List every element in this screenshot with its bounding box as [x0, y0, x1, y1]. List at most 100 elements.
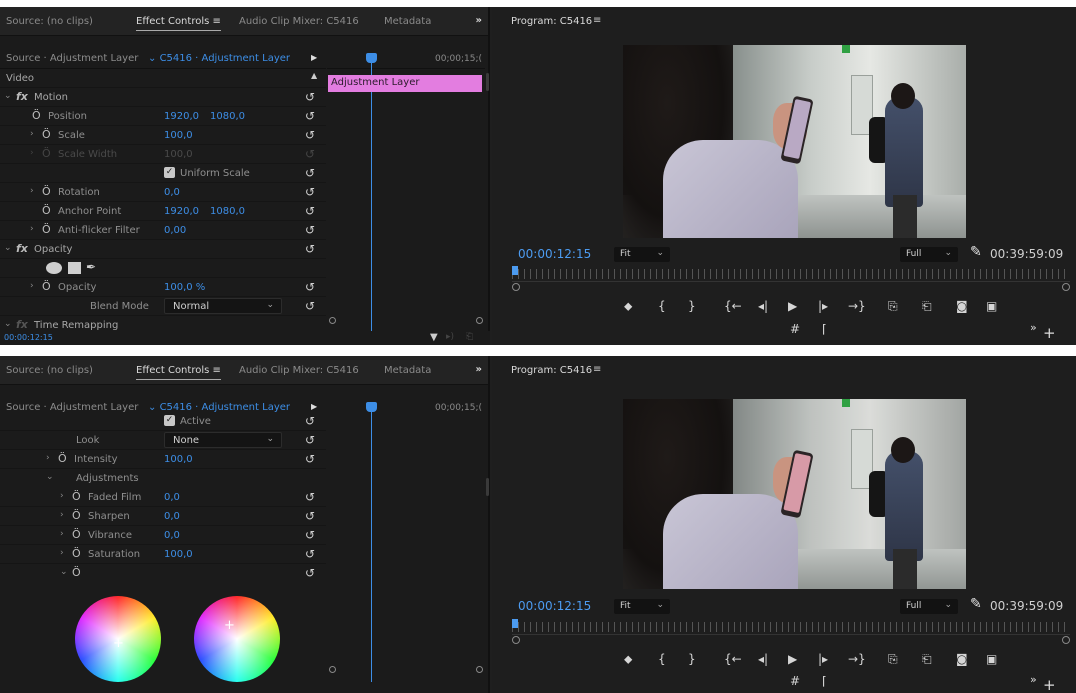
trim-icon[interactable]: #: [790, 674, 800, 688]
zoom-handle-left[interactable]: [329, 666, 336, 673]
export-frame-icon[interactable]: ◙: [956, 299, 968, 313]
button-editor-icon[interactable]: +: [1043, 676, 1056, 693]
step-forward-icon[interactable]: |▸: [818, 299, 828, 313]
step-back-icon[interactable]: ◂|: [758, 652, 768, 666]
tab-metadata[interactable]: Metadata: [384, 365, 431, 376]
twirl-right-icon[interactable]: ›: [30, 281, 34, 291]
wheel-crosshair-icon[interactable]: +: [224, 618, 235, 633]
go-to-out-icon[interactable]: →}: [848, 299, 866, 313]
zoom-handle-right[interactable]: [476, 666, 483, 673]
reset-icon[interactable]: ↺: [305, 204, 315, 218]
twirl-right-icon[interactable]: ›: [30, 186, 34, 196]
twirl-right-icon[interactable]: ›: [46, 453, 50, 463]
tab-effect-controls[interactable]: Effect Controls ≡: [136, 365, 221, 380]
program-menu-icon[interactable]: ≡: [593, 15, 601, 26]
twirl-down-icon[interactable]: ⌄: [46, 472, 54, 482]
reset-icon[interactable]: ↺: [305, 109, 315, 123]
mark-in-icon[interactable]: {: [658, 299, 666, 313]
timeline-zoom-scrollbar[interactable]: [327, 316, 485, 326]
scroll-up-icon[interactable]: ▲: [311, 71, 317, 80]
zoom-dropdown[interactable]: Fit ⌄: [614, 599, 670, 614]
stopwatch-icon[interactable]: Ö: [58, 452, 67, 465]
reset-icon[interactable]: ↺: [305, 528, 315, 542]
stopwatch-icon[interactable]: Ö: [42, 280, 51, 293]
tab-metadata[interactable]: Metadata: [384, 16, 431, 27]
program-title[interactable]: Program: C5416: [511, 365, 592, 376]
add-marker-icon[interactable]: ⬥: [624, 299, 632, 314]
step-back-icon[interactable]: ◂|: [758, 299, 768, 313]
adjustment-layer-clip[interactable]: Adjustment Layer: [328, 75, 482, 92]
zoom-handle-left[interactable]: [512, 636, 520, 644]
twirl-right-icon[interactable]: ›: [60, 491, 64, 501]
play-only-icon[interactable]: ▶: [311, 53, 317, 62]
playhead-timecode[interactable]: 00:00:12:15: [518, 599, 591, 613]
zoom-handle-right[interactable]: [1062, 636, 1070, 644]
playhead-handle[interactable]: [366, 402, 377, 412]
button-editor-icon[interactable]: +: [1043, 324, 1056, 342]
effect-timeline[interactable]: 00;00;15;( Adjustment Layer: [327, 49, 485, 333]
stopwatch-icon[interactable]: Ö: [32, 109, 41, 122]
export-icon[interactable]: ⎗: [466, 332, 473, 342]
rectangle-mask-icon[interactable]: [68, 262, 81, 274]
reset-icon[interactable]: ↺: [305, 566, 315, 580]
mark-out-icon[interactable]: }: [688, 652, 696, 666]
twirl-down-icon[interactable]: ⌄: [4, 243, 12, 253]
more-buttons-icon[interactable]: »: [1030, 321, 1037, 334]
more-buttons-icon[interactable]: »: [1030, 673, 1037, 686]
comparison-view-icon[interactable]: ▣: [986, 652, 997, 666]
timeline-zoom-scrollbar[interactable]: [327, 665, 485, 675]
reset-icon[interactable]: ↺: [305, 242, 315, 256]
go-to-in-icon[interactable]: {←: [724, 652, 742, 666]
reset-icon[interactable]: ↺: [305, 414, 315, 428]
ellipse-mask-icon[interactable]: [46, 262, 62, 274]
trim-icon[interactable]: #: [790, 322, 800, 336]
shadow-tint-wheel[interactable]: +: [75, 596, 161, 682]
play-only-icon[interactable]: ▶: [311, 402, 317, 411]
timeline-ruler[interactable]: 00;00;15;(: [327, 49, 485, 69]
twirl-right-icon[interactable]: ›: [30, 224, 34, 234]
resolution-dropdown[interactable]: Full ⌄: [900, 599, 958, 614]
rotation-value[interactable]: 0,0: [164, 187, 180, 198]
reset-icon[interactable]: ↺: [305, 509, 315, 523]
mark-out-icon[interactable]: }: [688, 299, 696, 313]
reset-icon[interactable]: ↺: [305, 223, 315, 237]
vr-video-icon[interactable]: ⌈: [822, 322, 827, 336]
vertical-scrollbar[interactable]: [486, 73, 489, 91]
reset-icon[interactable]: ↺: [305, 490, 315, 504]
anchor-x-value[interactable]: 1920,0: [164, 206, 199, 217]
reset-icon[interactable]: ↺: [305, 90, 315, 104]
fx-icon[interactable]: fx: [16, 318, 28, 331]
zoom-dropdown[interactable]: Fit ⌄: [614, 247, 670, 262]
stopwatch-icon[interactable]: Ö: [72, 547, 81, 560]
blend-mode-dropdown[interactable]: Normal ⌄: [164, 298, 282, 314]
motion-row[interactable]: ⌄ fx Motion ↺: [0, 88, 326, 107]
playhead-handle[interactable]: [366, 53, 377, 63]
tab-source[interactable]: Source: (no clips): [6, 365, 93, 376]
wrench-icon[interactable]: ✎: [970, 596, 982, 612]
stopwatch-icon[interactable]: Ö: [42, 185, 51, 198]
look-dropdown[interactable]: None ⌄: [164, 432, 282, 448]
opacity-heading-row[interactable]: ⌄ fx Opacity ↺: [0, 240, 326, 259]
highlight-tint-wheel[interactable]: +: [194, 596, 280, 682]
reset-icon[interactable]: ↺: [305, 166, 315, 180]
comparison-view-icon[interactable]: ▣: [986, 299, 997, 313]
lift-icon[interactable]: ⎘: [888, 652, 898, 667]
vertical-scrollbar[interactable]: [486, 478, 489, 496]
anti-flicker-value[interactable]: 0,00: [164, 225, 186, 236]
position-x-value[interactable]: 1920,0: [164, 111, 199, 122]
adjustments-row[interactable]: ⌄ Adjustments: [0, 469, 326, 488]
saturation-value[interactable]: 100,0: [164, 549, 193, 560]
tab-menu-icon[interactable]: ≡: [213, 365, 221, 376]
reset-icon[interactable]: ↺: [305, 185, 315, 199]
twirl-down-icon[interactable]: ⌄: [4, 319, 12, 329]
monitor-playhead[interactable]: [512, 619, 518, 628]
twirl-right-icon[interactable]: ›: [30, 129, 34, 139]
active-checkbox[interactable]: ✓: [164, 415, 175, 426]
tab-effect-controls[interactable]: Effect Controls ≡: [136, 16, 221, 31]
play-icon[interactable]: ▶: [788, 299, 797, 313]
clip-selector[interactable]: ⌄ C5416 · Adjustment Layer: [148, 53, 290, 64]
zoom-handle-left[interactable]: [329, 317, 336, 324]
program-menu-icon[interactable]: ≡: [593, 364, 601, 375]
go-to-in-icon[interactable]: {←: [724, 299, 742, 313]
tab-audio-clip-mixer[interactable]: Audio Clip Mixer: C5416: [239, 16, 359, 27]
